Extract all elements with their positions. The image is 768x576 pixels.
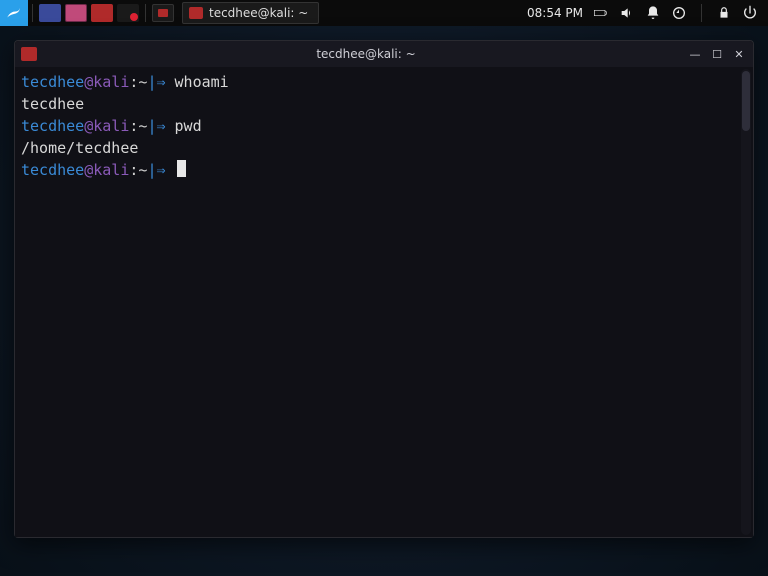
app-icon-terminal[interactable]: [91, 4, 113, 22]
prompt-arrow: |⇒: [147, 117, 174, 135]
prompt-at: @: [84, 73, 93, 91]
workspace-switcher[interactable]: [152, 4, 174, 22]
scrollbar-thumb[interactable]: [742, 71, 750, 131]
window-title: tecdhee@kali: ~: [45, 47, 687, 61]
volume-icon[interactable]: [619, 5, 635, 21]
prompt-arrow: |⇒: [147, 161, 174, 179]
prompt-host: kali: [93, 117, 129, 135]
clock[interactable]: 08:54 PM: [527, 6, 583, 20]
lock-icon[interactable]: [716, 5, 732, 21]
minimize-button[interactable]: —: [687, 46, 703, 62]
prompt-host: kali: [93, 73, 129, 91]
terminal-body[interactable]: tecdhee@kali:~|⇒ whoami tecdhee tecdhee@…: [15, 67, 753, 537]
panel-left: tecdhee@kali: ~: [0, 0, 319, 26]
terminal-output: /home/tecdhee: [21, 137, 747, 159]
terminal-window: tecdhee@kali: ~ — ☐ ✕ tecdhee@kali:~|⇒ w…: [14, 40, 754, 538]
close-button[interactable]: ✕: [731, 46, 747, 62]
terminal-line: tecdhee@kali:~|⇒: [21, 159, 747, 181]
separator: [145, 4, 146, 22]
notifications-icon[interactable]: [645, 5, 661, 21]
prompt-user: tecdhee: [21, 161, 84, 179]
command-text: pwd: [175, 117, 202, 135]
terminal-line: tecdhee@kali:~|⇒ whoami: [21, 71, 747, 93]
titlebar[interactable]: tecdhee@kali: ~ — ☐ ✕: [15, 41, 753, 67]
terminal-output: tecdhee: [21, 93, 747, 115]
terminal-icon: [21, 47, 37, 61]
top-panel: tecdhee@kali: ~ 08:54 PM: [0, 0, 768, 26]
terminal-icon: [189, 7, 203, 19]
battery-icon[interactable]: [593, 5, 609, 21]
prompt-at: @: [84, 161, 93, 179]
prompt-host: kali: [93, 161, 129, 179]
panel-right: 08:54 PM: [527, 4, 768, 22]
prompt-at: @: [84, 117, 93, 135]
cursor: [177, 160, 186, 177]
separator: [32, 4, 33, 22]
app-icon-files[interactable]: [65, 4, 87, 22]
app-icon-4[interactable]: [117, 4, 139, 22]
prompt-arrow: |⇒: [147, 73, 174, 91]
updates-icon[interactable]: [671, 5, 687, 21]
scrollbar[interactable]: [741, 69, 751, 535]
taskbar-item-terminal[interactable]: tecdhee@kali: ~: [182, 2, 319, 24]
app-icon-1[interactable]: [39, 4, 61, 22]
power-icon[interactable]: [742, 5, 758, 21]
separator: [701, 4, 702, 22]
terminal-line: tecdhee@kali:~|⇒ pwd: [21, 115, 747, 137]
taskbar-item-label: tecdhee@kali: ~: [209, 6, 308, 20]
maximize-button[interactable]: ☐: [709, 46, 725, 62]
kali-menu-button[interactable]: [0, 0, 28, 26]
prompt-user: tecdhee: [21, 73, 84, 91]
prompt-user: tecdhee: [21, 117, 84, 135]
command-text: whoami: [175, 73, 229, 91]
